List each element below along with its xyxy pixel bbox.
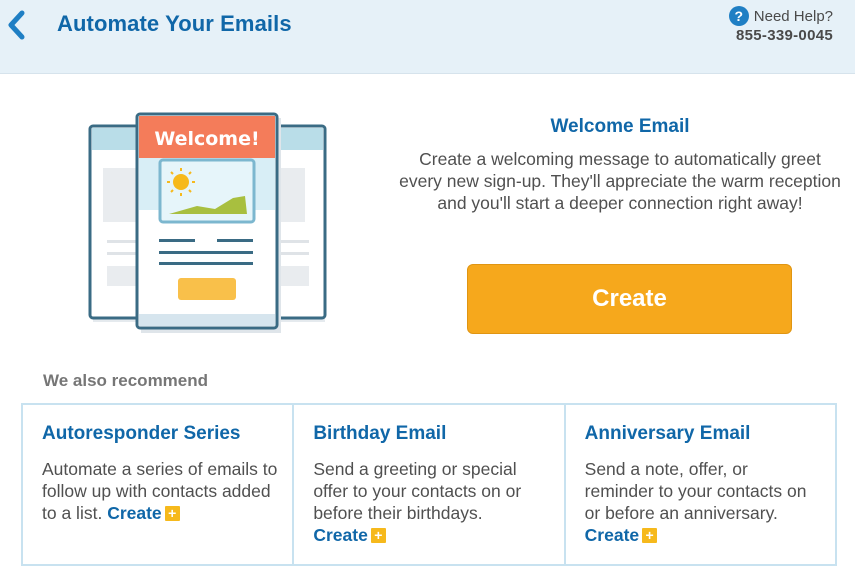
card-title: Birthday Email — [313, 423, 447, 444]
card-description: Send a greeting or special offer to your… — [313, 458, 549, 546]
create-link-label[interactable]: Create — [107, 503, 161, 523]
card-title: Anniversary Email — [584, 423, 751, 444]
question-icon[interactable]: ? — [728, 6, 749, 26]
help-block: ? Need Help? 855-339-0045 — [728, 6, 833, 44]
create-anniversary-link[interactable]: Create + — [585, 525, 658, 545]
card-autoresponder-series: Autoresponder Series Automate a series o… — [23, 405, 295, 564]
plus-icon[interactable]: + — [370, 528, 386, 543]
card-description-text: Send a note, offer, or reminder to your … — [584, 459, 807, 523]
banner-text: Welcome! — [154, 128, 259, 150]
card-description-text: Send a greeting or special offer to your… — [313, 459, 522, 523]
front-card: Welcome! — [135, 112, 279, 330]
back-button[interactable] — [4, 8, 30, 42]
create-birthday-link[interactable]: Create + — [313, 525, 386, 545]
page-title: Automate Your Emails — [57, 11, 292, 36]
feature-description: Create a welcoming message to automatica… — [399, 149, 841, 213]
create-autoresponder-link[interactable]: Create + — [107, 503, 180, 523]
card-title: Autoresponder Series — [42, 423, 241, 444]
recommend-cards: Autoresponder Series Automate a series o… — [21, 403, 837, 566]
card-anniversary-email: Anniversary Email Send a note, offer, or… — [566, 405, 835, 564]
chevron-left-icon — [8, 10, 25, 40]
help-phone-number: 855-339-0045 — [735, 27, 833, 44]
plus-icon[interactable]: + — [164, 506, 180, 521]
plus-icon[interactable]: + — [642, 528, 658, 543]
create-link-label[interactable]: Create — [585, 525, 639, 545]
create-link-label[interactable]: Create — [313, 525, 367, 545]
feature-title: Welcome Email — [550, 116, 690, 137]
recommend-heading: We also recommend — [43, 371, 209, 390]
card-description: Send a note, offer, or reminder to your … — [585, 458, 821, 546]
card-description: Automate a series of emails to follow up… — [42, 458, 278, 524]
page-header: Automate Your Emails ? Need Help? 855-33… — [0, 0, 855, 74]
welcome-email-illustration: Welcome! — [85, 110, 330, 335]
help-label[interactable]: Need Help? — [754, 8, 833, 25]
card-birthday-email: Birthday Email Send a greeting or specia… — [294, 405, 566, 564]
welcome-email-feature: Welcome Email Create a welcoming message… — [398, 116, 842, 214]
create-welcome-email-button[interactable]: Create — [467, 264, 792, 334]
